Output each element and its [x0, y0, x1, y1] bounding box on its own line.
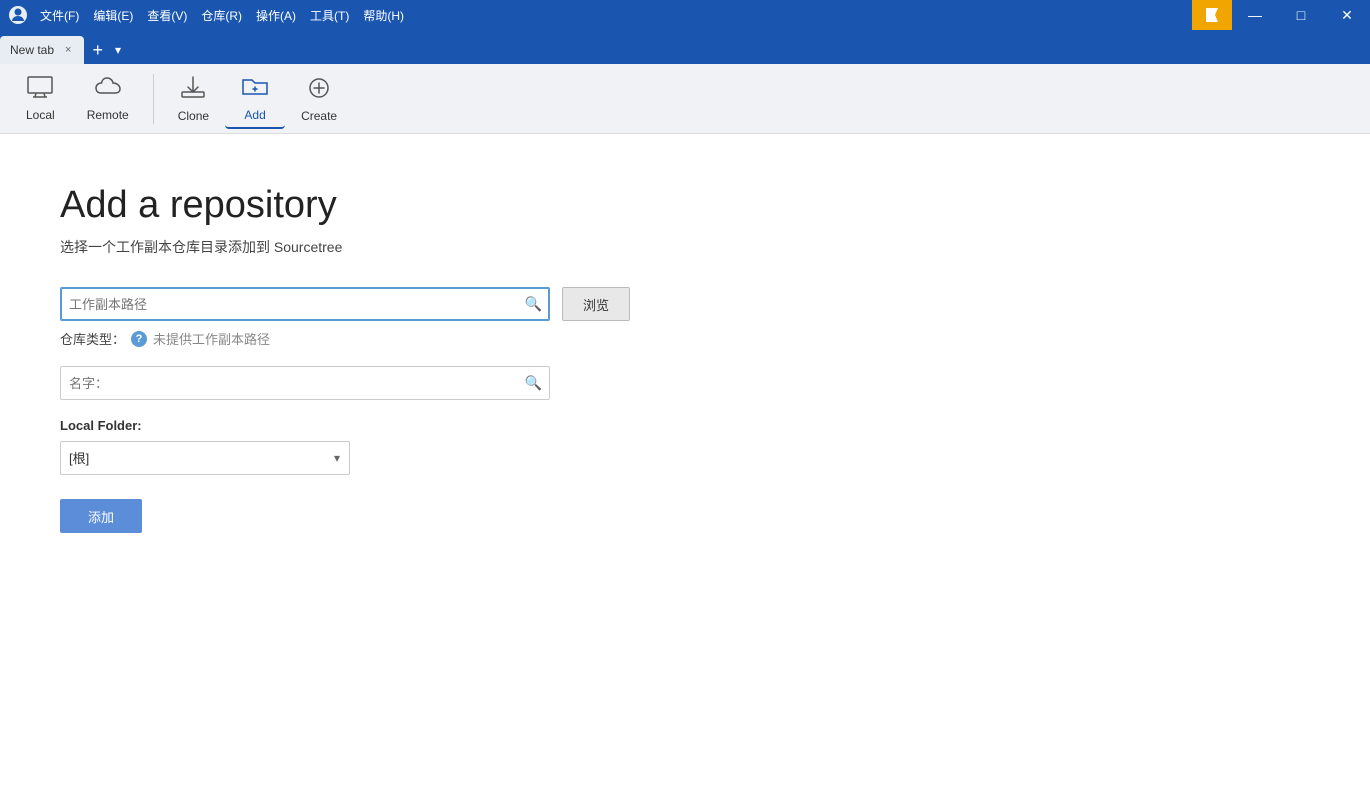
tab-close-button[interactable]: ×: [62, 42, 74, 58]
new-tab-button[interactable]: +: [84, 36, 111, 64]
toolbar-separator: [153, 74, 154, 124]
page-title: Add a repository: [60, 184, 1310, 227]
minimize-button[interactable]: —: [1232, 0, 1278, 30]
name-input-wrap: 🔍: [60, 366, 550, 400]
menu-repo[interactable]: 仓库(R): [195, 5, 248, 26]
local-label: Local: [26, 108, 55, 122]
titlebar-controls: — □ ✕: [1192, 0, 1370, 30]
local-folder-select-wrap: [根] ▾: [60, 441, 350, 475]
close-button[interactable]: ✕: [1324, 0, 1370, 30]
add-label: Add: [244, 108, 265, 122]
titlebar: 文件(F) 编辑(E) 查看(V) 仓库(R) 操作(A) 工具(T) 帮助(H…: [0, 0, 1370, 30]
menu-view[interactable]: 查看(V): [141, 5, 193, 26]
maximize-button[interactable]: □: [1278, 0, 1324, 30]
titlebar-left: 文件(F) 编辑(E) 查看(V) 仓库(R) 操作(A) 工具(T) 帮助(H…: [8, 5, 410, 26]
remote-label: Remote: [87, 108, 129, 122]
download-icon: [180, 75, 206, 105]
path-row: 🔍 浏览: [60, 287, 1310, 321]
add-button[interactable]: 添加: [60, 499, 142, 533]
flag-icon: [1192, 0, 1232, 30]
local-folder-select[interactable]: [根]: [60, 441, 350, 475]
menu-edit[interactable]: 编辑(E): [87, 5, 139, 26]
local-folder-label: Local Folder:: [60, 418, 1310, 433]
menu-tools[interactable]: 工具(T): [304, 5, 355, 26]
repo-type-status: 未提供工作副本路径: [153, 329, 270, 348]
menu-file[interactable]: 文件(F): [34, 5, 85, 26]
cloud-icon: [94, 76, 122, 104]
toolbar-create[interactable]: Create: [285, 69, 353, 129]
monitor-icon: [27, 76, 53, 104]
toolbar-add[interactable]: Add: [225, 69, 285, 129]
repo-type-label: 仓库类型：: [60, 329, 125, 348]
main-content: Add a repository 选择一个工作副本仓库目录添加到 Sourcet…: [0, 134, 1370, 583]
tab-label: New tab: [10, 43, 54, 57]
titlebar-menu: 文件(F) 编辑(E) 查看(V) 仓库(R) 操作(A) 工具(T) 帮助(H…: [34, 5, 410, 26]
folder-add-icon: [241, 74, 269, 104]
tabbar: New tab × + ▾: [0, 30, 1370, 64]
current-tab[interactable]: New tab ×: [0, 36, 84, 64]
menu-help[interactable]: 帮助(H): [357, 5, 410, 26]
name-input[interactable]: [60, 366, 550, 400]
path-input[interactable]: [60, 287, 550, 321]
create-icon: [306, 75, 332, 105]
menu-action[interactable]: 操作(A): [250, 5, 302, 26]
toolbar-local[interactable]: Local: [10, 69, 71, 129]
create-label: Create: [301, 109, 337, 123]
toolbar-clone[interactable]: Clone: [162, 69, 225, 129]
help-icon[interactable]: ?: [131, 331, 147, 347]
app-logo: [8, 5, 28, 25]
repo-type-row: 仓库类型： ? 未提供工作副本路径: [60, 329, 1310, 348]
browse-button[interactable]: 浏览: [562, 287, 630, 321]
page-subtitle: 选择一个工作副本仓库目录添加到 Sourcetree: [60, 237, 1310, 257]
tab-dropdown-button[interactable]: ▾: [111, 36, 125, 64]
toolbar-remote[interactable]: Remote: [71, 69, 145, 129]
path-input-wrap: 🔍: [60, 287, 550, 321]
clone-label: Clone: [178, 109, 209, 123]
toolbar: Local Remote Clone Add: [0, 64, 1370, 134]
